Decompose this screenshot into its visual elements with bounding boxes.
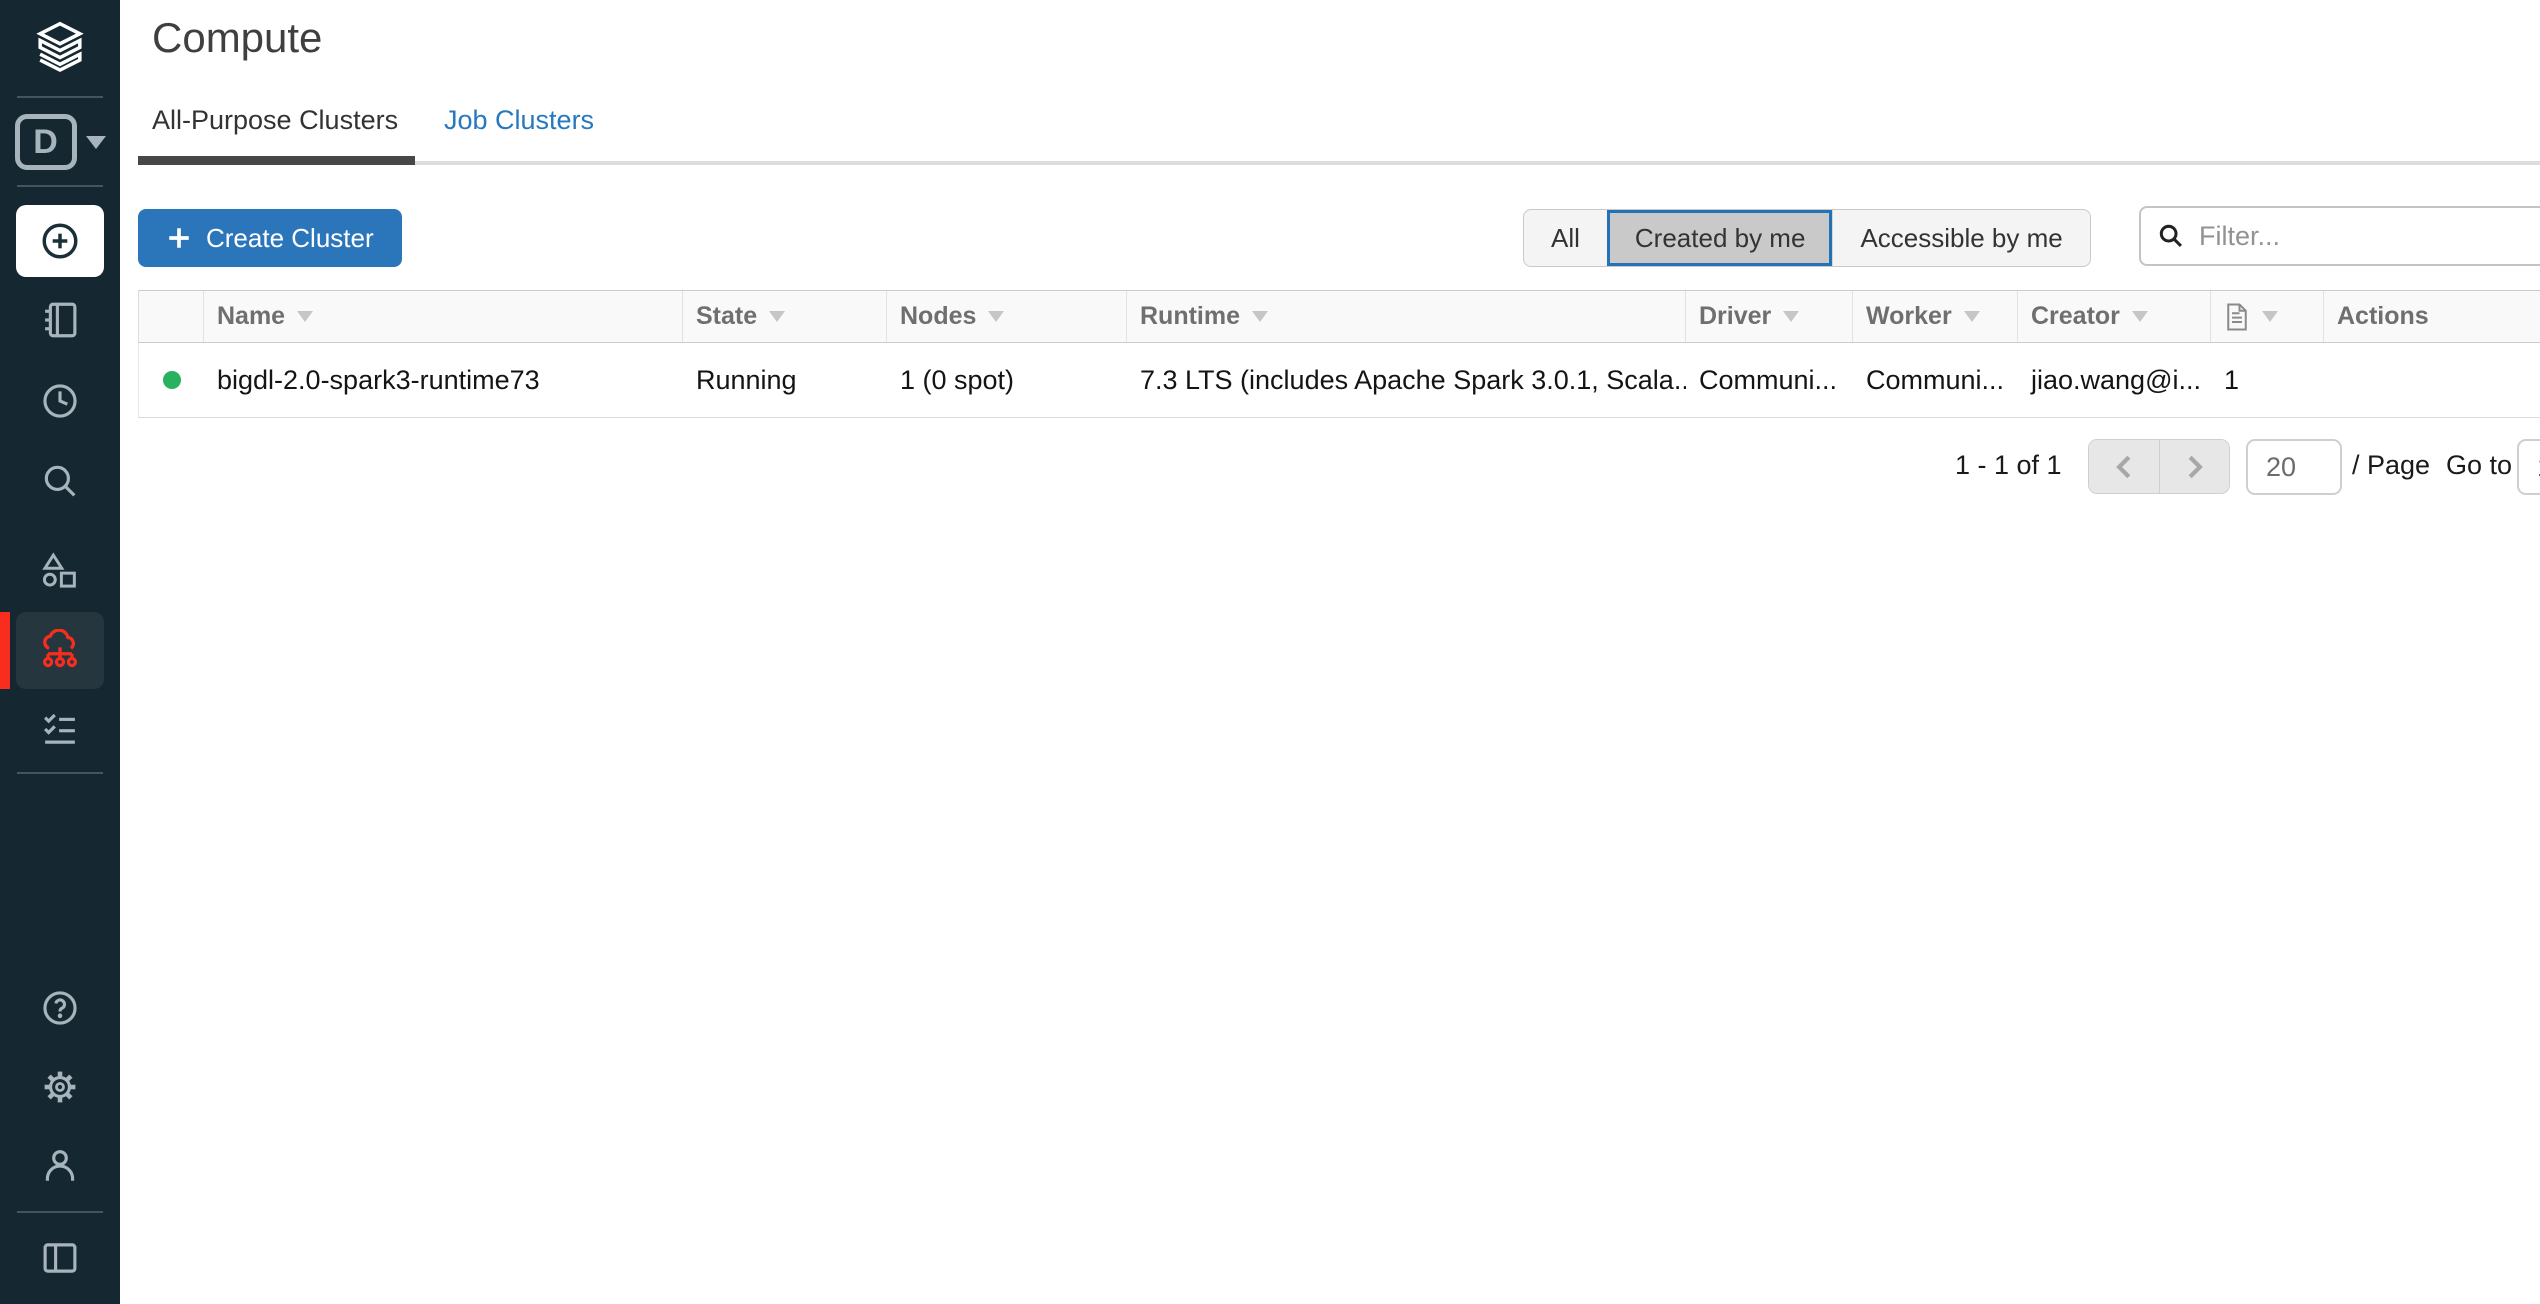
- pagination-range: 1 - 1 of 1: [1955, 450, 2062, 481]
- sort-icon[interactable]: [1252, 311, 1268, 322]
- sort-icon[interactable]: [2132, 311, 2148, 322]
- panel-toggle-icon: [39, 1237, 81, 1279]
- cluster-worker-cell: Communi...: [1853, 343, 2018, 417]
- chevron-down-icon: [86, 136, 106, 149]
- goto-label: Go to: [2446, 450, 2512, 481]
- sidebar-item-workspace[interactable]: [0, 281, 120, 359]
- shapes-icon: [39, 549, 81, 591]
- sidebar-item-search[interactable]: [0, 442, 120, 520]
- sidebar-item-compute[interactable]: [16, 612, 104, 689]
- pager-buttons: [2088, 439, 2230, 494]
- compute-cluster-icon: [38, 629, 82, 673]
- databricks-logo[interactable]: [0, 14, 120, 80]
- column-worker[interactable]: Worker: [1853, 291, 2018, 342]
- cluster-notebooks-cell: 1: [2211, 343, 2324, 417]
- cluster-filter-searchbox: [2139, 206, 2540, 266]
- plus-icon: [166, 225, 192, 251]
- goto-page-input[interactable]: [2517, 439, 2540, 495]
- previous-page-button[interactable]: [2089, 440, 2159, 493]
- column-nodes[interactable]: Nodes: [887, 291, 1127, 342]
- cluster-creator-cell: jiao.wang@i...: [2018, 343, 2211, 417]
- tab-all-purpose-clusters[interactable]: All-Purpose Clusters: [152, 105, 398, 136]
- table-row[interactable]: bigdl-2.0-spark3-runtime73 Running 1 (0 …: [138, 343, 2540, 418]
- column-state[interactable]: State: [683, 291, 887, 342]
- sidebar-item-create[interactable]: [16, 205, 104, 277]
- tab-job-clusters[interactable]: Job Clusters: [444, 105, 594, 136]
- workspace-switcher[interactable]: D: [0, 103, 120, 181]
- sort-icon[interactable]: [988, 311, 1004, 322]
- sort-icon[interactable]: [1783, 311, 1799, 322]
- filter-created-by-me-button[interactable]: Created by me: [1607, 210, 1833, 266]
- gear-icon: [39, 1066, 81, 1108]
- column-creator[interactable]: Creator: [2018, 291, 2211, 342]
- search-icon: [39, 460, 81, 502]
- next-page-button[interactable]: [2159, 440, 2229, 493]
- filter-input[interactable]: [2199, 221, 2540, 252]
- cluster-status-cell: [139, 343, 204, 417]
- column-name[interactable]: Name: [204, 291, 683, 342]
- column-status: [139, 291, 204, 342]
- sidebar-item-recents[interactable]: [0, 362, 120, 440]
- column-runtime[interactable]: Runtime: [1127, 291, 1686, 342]
- create-cluster-label: Create Cluster: [206, 223, 374, 254]
- column-driver[interactable]: Driver: [1686, 291, 1853, 342]
- divider: [17, 772, 103, 774]
- active-tab-underline: [138, 156, 415, 165]
- sidebar-item-help[interactable]: [0, 969, 120, 1047]
- user-icon: [39, 1144, 81, 1186]
- search-icon: [2157, 222, 2185, 250]
- page-title: Compute: [152, 14, 322, 62]
- sort-icon[interactable]: [297, 311, 313, 322]
- notebook-document-icon: [2224, 302, 2250, 332]
- sidebar-item-settings[interactable]: [0, 1048, 120, 1126]
- cluster-actions-cell: [2324, 343, 2540, 417]
- create-cluster-button[interactable]: Create Cluster: [138, 209, 402, 267]
- divider: [17, 185, 103, 187]
- stacked-layers-icon: [32, 18, 88, 76]
- running-status-icon: [163, 371, 181, 389]
- sort-icon[interactable]: [769, 311, 785, 322]
- filter-all-button[interactable]: All: [1524, 210, 1607, 266]
- notebook-icon: [39, 299, 81, 341]
- divider: [17, 96, 103, 98]
- databricks-compute-page: D: [0, 0, 2540, 1304]
- workspace-letter: D: [33, 123, 58, 162]
- tab-underline: [138, 161, 2540, 165]
- ownership-filter-group: All Created by me Accessible by me: [1523, 209, 2091, 267]
- sort-icon[interactable]: [2262, 311, 2278, 322]
- help-icon: [39, 987, 81, 1029]
- sidebar-item-account[interactable]: [0, 1126, 120, 1204]
- sort-icon[interactable]: [1964, 311, 1980, 322]
- sidebar-item-models[interactable]: [0, 531, 120, 609]
- divider: [17, 1211, 103, 1213]
- chevron-right-icon: [2184, 454, 2206, 480]
- cluster-name-cell[interactable]: bigdl-2.0-spark3-runtime73: [204, 343, 683, 417]
- workspace-letter-icon: D: [15, 114, 77, 170]
- page-size-input[interactable]: [2246, 439, 2342, 495]
- clock-icon: [39, 380, 81, 422]
- column-notebooks[interactable]: [2211, 291, 2324, 342]
- per-page-label: / Page: [2352, 450, 2430, 481]
- cluster-state-cell: Running: [683, 343, 887, 417]
- table-header-row: Name State Nodes Runtime Driver: [138, 290, 2540, 343]
- plus-circle-icon: [38, 219, 82, 263]
- collapse-sidebar-button[interactable]: [0, 1219, 120, 1297]
- active-item-indicator: [0, 612, 10, 689]
- chevron-left-icon: [2113, 454, 2135, 480]
- sidebar: D: [0, 0, 120, 1304]
- clusters-table: Name State Nodes Runtime Driver: [138, 290, 2540, 418]
- cluster-runtime-cell: 7.3 LTS (includes Apache Spark 3.0.1, Sc…: [1127, 343, 1686, 417]
- cluster-nodes-cell: 1 (0 spot): [887, 343, 1127, 417]
- cluster-driver-cell: Communi...: [1686, 343, 1853, 417]
- filter-accessible-by-me-button[interactable]: Accessible by me: [1832, 210, 2089, 266]
- task-list-icon: [39, 708, 81, 750]
- sidebar-item-jobs[interactable]: [0, 690, 120, 768]
- column-actions: Actions: [2324, 291, 2540, 342]
